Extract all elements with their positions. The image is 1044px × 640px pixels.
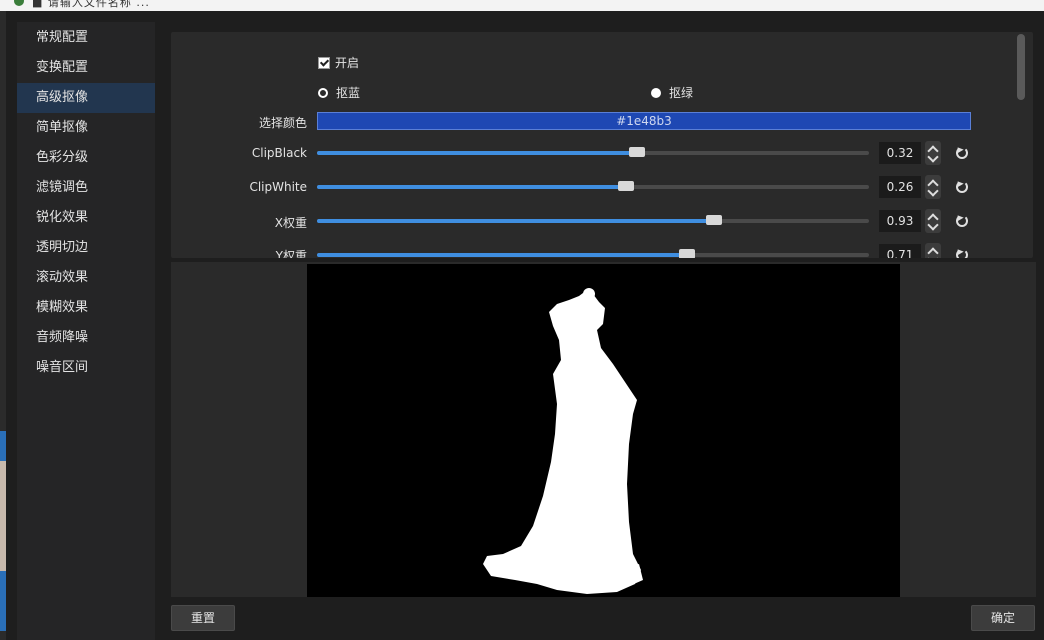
sidebar-item-transparent-crop[interactable]: 透明切边	[17, 233, 155, 263]
reset-button[interactable]: 重置	[171, 605, 235, 631]
yweight-slider[interactable]	[317, 249, 869, 258]
settings-sidebar: 常规配置 变换配置 高级抠像 简单抠像 色彩分级 滤镜调色 锐化效果 透明切边 …	[17, 22, 155, 640]
silhouette-mask	[483, 288, 643, 594]
radio-unselected-icon	[651, 87, 661, 98]
clipblack-reset-icon[interactable]	[956, 147, 968, 159]
radio-green-label: 抠绿	[669, 86, 694, 100]
sidebar-item-simple-keying[interactable]: 简单抠像	[17, 113, 155, 143]
slider-handle[interactable]	[678, 249, 695, 258]
yweight-spinner[interactable]	[925, 243, 941, 258]
slider-handle[interactable]	[629, 147, 646, 157]
keying-settings-panel: 开启 抠蓝 抠绿 选择颜色 #1e48b3 ClipBlack 0.32 Cli…	[171, 32, 1033, 258]
window-titlebar: ■ 请输入文件名称 ...	[0, 0, 1044, 11]
sidebar-item-color-grading[interactable]: 色彩分级	[17, 143, 155, 173]
clipblack-spinner[interactable]	[925, 141, 941, 165]
clipblack-label: ClipBlack	[251, 146, 307, 160]
clipwhite-reset-icon[interactable]	[956, 181, 968, 193]
radio-key-green[interactable]: 抠绿	[651, 84, 693, 101]
xweight-reset-icon[interactable]	[956, 215, 968, 227]
slider-handle[interactable]	[618, 181, 635, 191]
app-logo-icon	[14, 0, 24, 6]
clipblack-slider[interactable]	[317, 147, 869, 157]
sidebar-item-scroll[interactable]: 滚动效果	[17, 263, 155, 293]
radio-selected-icon	[318, 87, 328, 98]
xweight-slider[interactable]	[317, 215, 869, 225]
radio-blue-label: 抠蓝	[336, 86, 361, 100]
sidebar-item-audio-denoise[interactable]: 音频降噪	[17, 323, 155, 353]
clipwhite-value[interactable]: 0.26	[879, 176, 921, 198]
enable-checkbox[interactable]: 开启	[318, 54, 359, 71]
sidebar-item-transform[interactable]: 变换配置	[17, 53, 155, 83]
xweight-spinner[interactable]	[925, 209, 941, 233]
key-preview-image	[307, 264, 900, 597]
yweight-reset-icon[interactable]	[956, 249, 968, 258]
sidebar-item-blur[interactable]: 模糊效果	[17, 293, 155, 323]
window-title: ■ 请输入文件名称 ...	[32, 0, 150, 9]
color-label: 选择颜色	[258, 116, 307, 130]
clipblack-value[interactable]: 0.32	[879, 142, 921, 164]
sidebar-item-sharpen[interactable]: 锐化效果	[17, 203, 155, 233]
enable-label: 开启	[335, 56, 360, 70]
main-panel: 开启 抠蓝 抠绿 选择颜色 #1e48b3 ClipBlack 0.32 Cli…	[157, 22, 1044, 640]
yweight-label: Y权重	[275, 249, 307, 258]
scrollbar-thumb[interactable]	[1017, 34, 1025, 100]
confirm-button[interactable]: 确定	[971, 605, 1035, 631]
sidebar-item-noise-range[interactable]: 噪音区间	[17, 353, 155, 383]
clipwhite-slider[interactable]	[317, 181, 869, 191]
yweight-value[interactable]: 0.71	[879, 244, 921, 258]
sidebar-item-filter[interactable]: 滤镜调色	[17, 173, 155, 203]
checkbox-checked-icon	[318, 56, 330, 69]
sidebar-item-general[interactable]: 常规配置	[17, 23, 155, 53]
clipwhite-label: ClipWhite	[249, 180, 307, 194]
sidebar-item-advanced-keying[interactable]: 高级抠像	[17, 83, 155, 113]
color-picker-bar[interactable]: #1e48b3	[317, 112, 971, 130]
radio-key-blue[interactable]: 抠蓝	[318, 84, 360, 101]
xweight-label: X权重	[274, 216, 307, 230]
clipwhite-spinner[interactable]	[925, 175, 941, 199]
settings-scrollbar[interactable]	[1017, 34, 1025, 256]
slider-handle[interactable]	[706, 215, 723, 225]
xweight-value[interactable]: 0.93	[879, 210, 921, 232]
background-window-edge	[0, 11, 6, 640]
